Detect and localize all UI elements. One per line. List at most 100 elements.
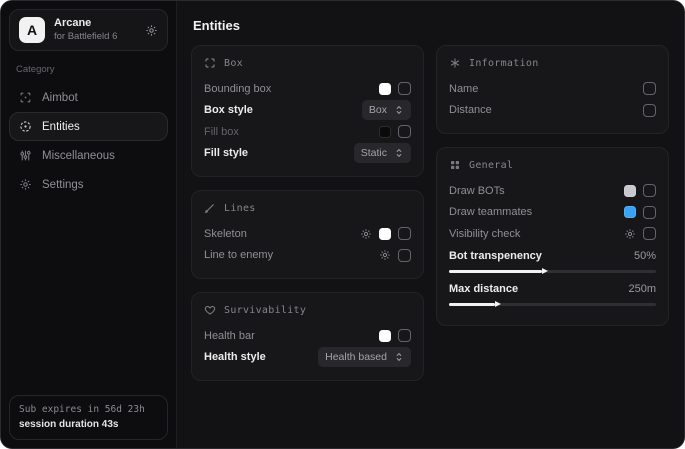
row-fill-style: Fill style Static: [204, 143, 411, 165]
row-distance: Distance: [449, 100, 656, 122]
panel-box: Box Bounding box Box style Box: [191, 45, 424, 177]
heart-icon: [204, 304, 216, 316]
color-swatch[interactable]: [624, 185, 636, 197]
sidebar-item-label: Settings: [42, 179, 84, 191]
row-line-to-enemy: Line to enemy: [204, 245, 411, 267]
row-label: Name: [449, 83, 635, 95]
row-fill-box: Fill box: [204, 121, 411, 143]
app-subtitle: for Battlefield 6: [54, 31, 136, 43]
checkbox[interactable]: [643, 184, 656, 197]
slider-labels: Max distance 250m: [449, 280, 656, 298]
gear-icon[interactable]: [360, 228, 372, 240]
row-health-bar: Health bar: [204, 325, 411, 347]
sidebar-item-label: Miscellaneous: [42, 150, 115, 162]
panel-title: Lines: [224, 203, 256, 214]
color-swatch[interactable]: [379, 83, 391, 95]
select-value: Static: [361, 147, 387, 159]
row-label: Health bar: [204, 330, 371, 342]
entities-icon: [19, 120, 32, 133]
max-distance-slider-block: Max distance 250m: [449, 280, 656, 306]
sidebar-item-entities[interactable]: Entities: [9, 112, 168, 141]
page-title: Entities: [193, 18, 669, 33]
box-icon: [204, 57, 216, 69]
sub-expiry-text: Sub expires in 56d 23h: [19, 403, 158, 417]
bot-transparency-slider[interactable]: [449, 270, 656, 273]
panel-survivability: Survivability Health bar Health style He…: [191, 292, 424, 381]
sidebar-item-miscellaneous[interactable]: Miscellaneous: [9, 141, 168, 170]
line-icon: [204, 202, 216, 214]
checkbox[interactable]: [398, 82, 411, 95]
gear-icon[interactable]: [624, 228, 636, 240]
color-swatch[interactable]: [379, 330, 391, 342]
slider-fill[interactable]: [449, 270, 542, 273]
left-column: Box Bounding box Box style Box: [191, 45, 424, 381]
session-duration-text: session duration 43s: [19, 417, 158, 432]
slider-label: Max distance: [449, 283, 620, 295]
checkbox[interactable]: [643, 104, 656, 117]
gear-icon: [19, 178, 32, 191]
box-style-select[interactable]: Box: [362, 100, 411, 120]
row-draw-teammates: Draw teammates: [449, 202, 656, 224]
row-label: Draw teammates: [449, 206, 616, 218]
checkbox[interactable]: [643, 82, 656, 95]
color-swatch[interactable]: [624, 206, 636, 218]
chevron-updown-icon: [394, 105, 404, 115]
crosshair-icon: [19, 91, 32, 104]
asterisk-icon: [449, 57, 461, 69]
gear-icon[interactable]: [379, 249, 391, 261]
select-value: Health based: [325, 351, 387, 363]
checkbox[interactable]: [398, 227, 411, 240]
panel-lines: Lines Skeleton Line to enemy: [191, 190, 424, 279]
row-label: Fill style: [204, 147, 346, 159]
panel-title: Survivability: [224, 305, 306, 316]
sidebar-item-settings[interactable]: Settings: [9, 170, 168, 199]
app-title: Arcane: [54, 17, 136, 31]
panel-information: Information Name Distance: [436, 45, 669, 134]
right-column: Information Name Distance: [436, 45, 669, 326]
row-bounding-box: Bounding box: [204, 78, 411, 100]
max-distance-slider[interactable]: [449, 303, 656, 306]
row-label: Visibility check: [449, 228, 616, 240]
account-names: Arcane for Battlefield 6: [54, 17, 136, 43]
panel-title: Information: [469, 58, 539, 69]
sidebar-item-label: Entities: [42, 121, 80, 133]
checkbox[interactable]: [643, 227, 656, 240]
select-value: Box: [369, 104, 387, 116]
account-card[interactable]: A Arcane for Battlefield 6: [9, 9, 168, 51]
sidebar-item-aimbot[interactable]: Aimbot: [9, 83, 168, 112]
row-label: Health style: [204, 351, 310, 363]
chevron-updown-icon: [394, 352, 404, 362]
row-draw-bots: Draw BOTs: [449, 180, 656, 202]
panel-title: Box: [224, 58, 243, 69]
panel-survivability-header: Survivability: [204, 304, 411, 316]
checkbox[interactable]: [398, 329, 411, 342]
panel-box-header: Box: [204, 57, 411, 69]
checkbox[interactable]: [643, 206, 656, 219]
row-name: Name: [449, 78, 656, 100]
slider-fill[interactable]: [449, 303, 495, 306]
app-window: A Arcane for Battlefield 6 Category Aimb…: [0, 0, 685, 449]
slider-label: Bot transpenency: [449, 250, 626, 262]
panel-information-header: Information: [449, 57, 656, 69]
row-label: Box style: [204, 104, 354, 116]
gear-icon[interactable]: [145, 24, 158, 37]
row-label: Line to enemy: [204, 249, 371, 261]
slider-value: 50%: [634, 250, 656, 262]
checkbox[interactable]: [398, 125, 411, 138]
panel-lines-header: Lines: [204, 202, 411, 214]
row-label: Skeleton: [204, 228, 352, 240]
checkbox[interactable]: [398, 249, 411, 262]
sidebar-item-label: Aimbot: [42, 92, 78, 104]
color-swatch[interactable]: [379, 228, 391, 240]
fill-style-select[interactable]: Static: [354, 143, 411, 163]
sliders-icon: [19, 149, 32, 162]
row-visibility-check: Visibility check: [449, 223, 656, 245]
avatar: A: [19, 17, 45, 43]
health-style-select[interactable]: Health based: [318, 347, 411, 367]
panel-title: General: [469, 160, 513, 171]
row-label: Fill box: [204, 126, 371, 138]
sidebar: A Arcane for Battlefield 6 Category Aimb…: [1, 1, 177, 448]
color-swatch[interactable]: [379, 126, 391, 138]
category-label: Category: [16, 64, 161, 75]
bot-transparency-slider-block: Bot transpenency 50%: [449, 247, 656, 273]
